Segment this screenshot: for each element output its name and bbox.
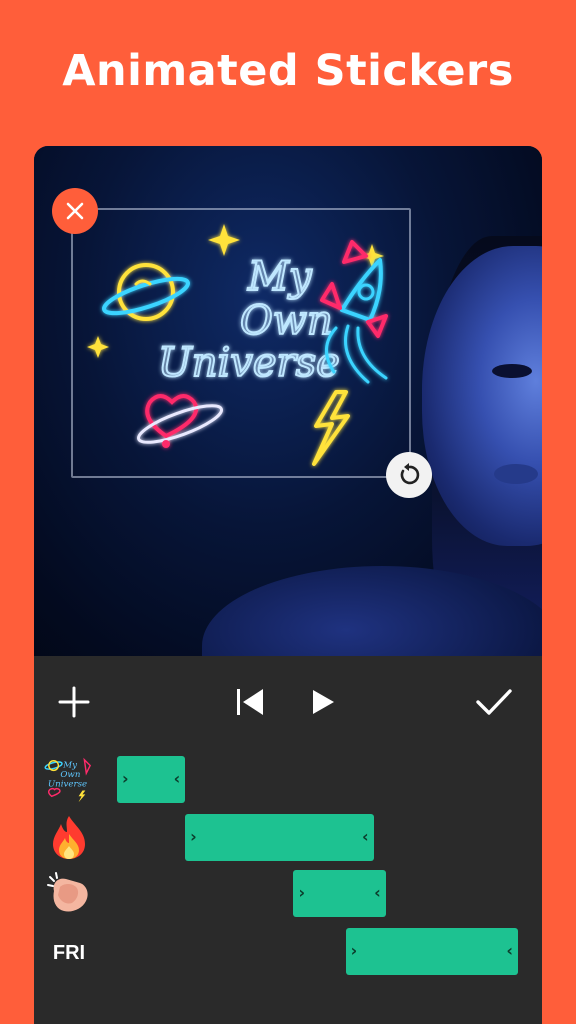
timeline-clip[interactable]: › ‹ — [117, 756, 186, 803]
track-icon-fire[interactable] — [44, 812, 94, 862]
clip-end-handle-icon[interactable]: ‹ — [362, 827, 369, 846]
fri-sticker-label: FRI — [52, 941, 86, 964]
check-icon — [476, 689, 512, 715]
video-preview[interactable]: My Own Universe — [34, 146, 542, 656]
clip-start-handle-icon[interactable]: › — [190, 827, 197, 846]
clapping-hand-emoji-icon — [47, 872, 88, 912]
clip-end-handle-icon[interactable]: ‹ — [506, 941, 513, 960]
fire-emoji-icon — [53, 816, 85, 859]
play-icon — [313, 690, 334, 714]
sticker-line-3: Universe — [158, 340, 340, 386]
sticker-line-1: My — [247, 254, 313, 300]
neon-sticker[interactable]: My Own Universe — [74, 210, 410, 476]
track-icon-clap[interactable] — [44, 868, 94, 918]
clip-start-handle-icon[interactable]: › — [122, 769, 129, 788]
timeline-clip[interactable]: › ‹ — [185, 814, 374, 861]
track-icon-fri[interactable]: FRI — [44, 928, 94, 978]
neon-lightning — [312, 390, 350, 466]
sticker-timeline: My Own Universe FRI › ‹ › ‹ › ‹ › ‹ — [34, 748, 542, 1024]
plus-icon — [58, 686, 90, 718]
my-own-universe-sticker-icon: My Own Universe — [44, 757, 92, 803]
playback-controls — [34, 656, 542, 748]
neon-planet — [102, 263, 190, 321]
clip-start-handle-icon[interactable]: › — [351, 941, 358, 960]
sticker-line-2: Own — [240, 298, 333, 344]
rotate-scale-button[interactable] — [386, 452, 432, 498]
track-icon-my-own-universe[interactable]: My Own Universe — [44, 754, 94, 804]
clip-end-handle-icon[interactable]: ‹ — [174, 769, 181, 788]
skip-back-icon — [237, 689, 263, 715]
phone-screen: My Own Universe My Own Universe FRI › ‹ … — [34, 146, 542, 1024]
add-button[interactable] — [48, 676, 100, 728]
clip-start-handle-icon[interactable]: › — [298, 883, 305, 902]
person-lips — [494, 464, 538, 484]
neon-text: My Own Universe — [157, 253, 341, 387]
svg-text:Own: Own — [60, 770, 80, 780]
rotate-icon — [400, 463, 420, 485]
close-icon — [66, 202, 84, 220]
svg-text:My: My — [62, 760, 77, 770]
play-button[interactable] — [296, 676, 348, 728]
neon-heart — [136, 394, 224, 448]
clip-end-handle-icon[interactable]: ‹ — [374, 883, 381, 902]
close-sticker-button[interactable] — [52, 188, 98, 234]
confirm-button[interactable] — [468, 676, 520, 728]
skip-back-button[interactable] — [224, 676, 276, 728]
timeline-clip[interactable]: › ‹ — [293, 870, 386, 917]
headline: Animated Stickers — [62, 46, 514, 96]
person-eye — [492, 364, 532, 378]
timeline-clip[interactable]: › ‹ — [345, 928, 518, 975]
